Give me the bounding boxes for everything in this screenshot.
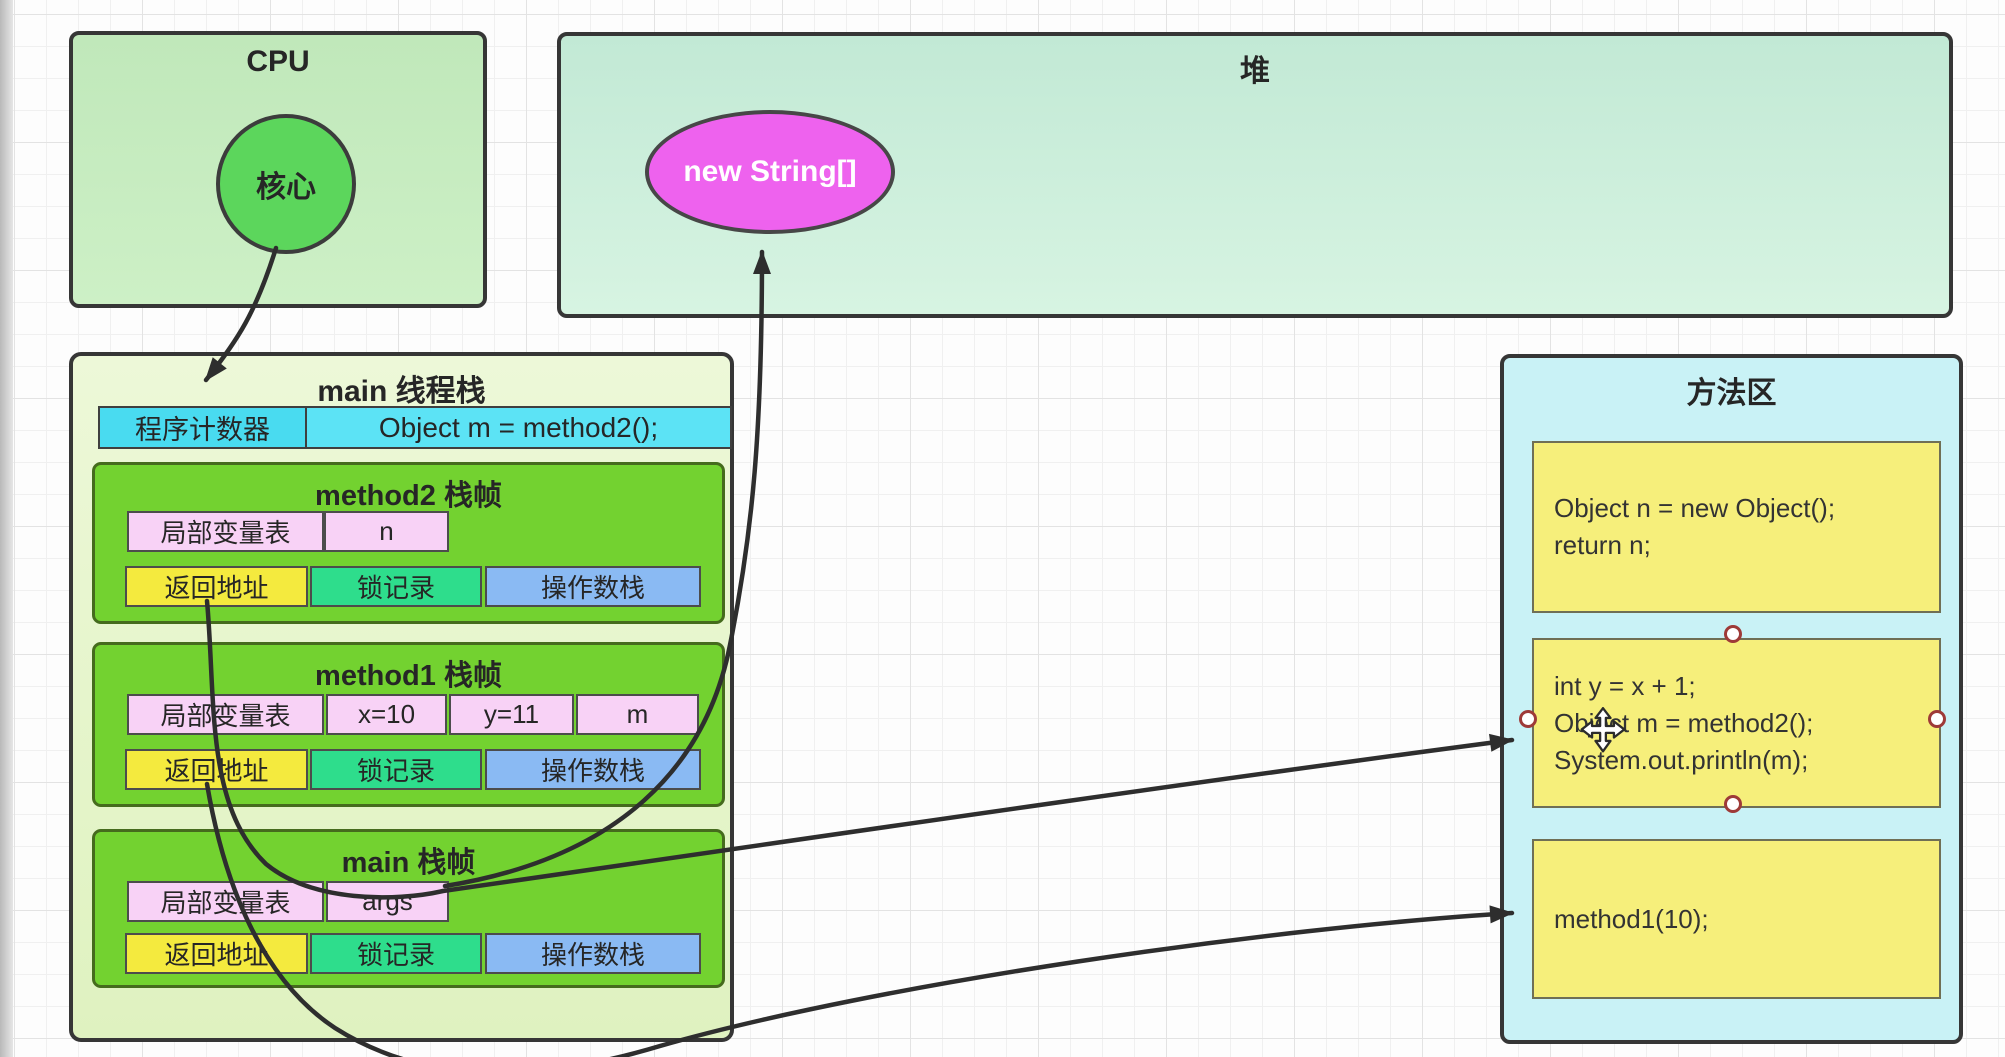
return-address-label: 返回地址: [164, 935, 268, 972]
lock-record-label: 锁记录: [357, 568, 435, 605]
program-counter-row: 程序计数器 Object m = method2();: [98, 406, 732, 449]
frame-method2[interactable]: method2 栈帧 局部变量表 n 返回地址 锁记录 操作数栈: [92, 462, 725, 624]
var-value: args: [362, 886, 413, 917]
heap-box[interactable]: 堆 new String[]: [557, 32, 1953, 318]
lock-record-cell[interactable]: 锁记录: [310, 933, 482, 974]
cpu-title: CPU: [73, 35, 483, 79]
var-cell-n[interactable]: n: [324, 511, 449, 552]
return-address-cell[interactable]: 返回地址: [125, 749, 308, 790]
frame-method1-title: method1 栈帧: [95, 645, 722, 694]
main-thread-stack-box[interactable]: main 线程栈 程序计数器 Object m = method2(); met…: [69, 352, 734, 1042]
operand-stack-cell[interactable]: 操作数栈: [485, 566, 701, 607]
window-edge: [0, 0, 13, 1057]
cpu-core-label: 核心: [256, 162, 316, 206]
code-line: method1(10);: [1554, 901, 1939, 938]
var-cell-y[interactable]: y=11: [449, 694, 574, 735]
locals-label-cell[interactable]: 局部变量表: [127, 881, 324, 922]
method-area-title: 方法区: [1504, 358, 1959, 412]
operand-stack-cell[interactable]: 操作数栈: [485, 933, 701, 974]
heap-title: 堆: [561, 36, 1949, 90]
lock-record-label: 锁记录: [357, 935, 435, 972]
operand-stack-label: 操作数栈: [541, 568, 645, 605]
frame-method1[interactable]: method1 栈帧 局部变量表 x=10 y=11 m 返回地址 锁记录 操作…: [92, 642, 725, 807]
lock-record-label: 锁记录: [357, 751, 435, 788]
var-value: m: [627, 699, 649, 730]
diagram-canvas: CPU 核心 堆 new String[] main 线程栈 程序计数器 Obj…: [0, 0, 2005, 1057]
var-value: n: [379, 516, 393, 547]
return-address-label: 返回地址: [164, 751, 268, 788]
connection-handle-top[interactable]: [1724, 625, 1742, 643]
code-line: return n;: [1554, 527, 1939, 564]
var-value: y=11: [484, 699, 539, 730]
code-block-main[interactable]: method1(10);: [1532, 839, 1941, 999]
program-counter-cell[interactable]: 程序计数器: [98, 406, 307, 449]
var-cell-args[interactable]: args: [326, 881, 449, 922]
frame-main-title: main 栈帧: [95, 832, 722, 881]
stack-title: main 线程栈: [73, 356, 730, 410]
var-cell-m[interactable]: m: [576, 694, 699, 735]
method-area-box[interactable]: 方法区 Object n = new Object(); return n; i…: [1500, 354, 1963, 1044]
operand-stack-cell[interactable]: 操作数栈: [485, 749, 701, 790]
cpu-box[interactable]: CPU 核心: [69, 31, 487, 308]
return-address-cell[interactable]: 返回地址: [125, 566, 308, 607]
code-line: int y = x + 1;: [1554, 668, 1939, 705]
operand-stack-label: 操作数栈: [541, 935, 645, 972]
new-string-label: new String[]: [683, 155, 856, 189]
operand-stack-label: 操作数栈: [541, 751, 645, 788]
locals-label: 局部变量表: [160, 696, 290, 733]
code-block-method2[interactable]: Object n = new Object(); return n;: [1532, 441, 1941, 613]
frame-method2-title: method2 栈帧: [95, 465, 722, 514]
lock-record-cell[interactable]: 锁记录: [310, 566, 482, 607]
code-line: Object n = new Object();: [1554, 490, 1939, 527]
lock-record-cell[interactable]: 锁记录: [310, 749, 482, 790]
program-counter-value-cell[interactable]: Object m = method2();: [307, 406, 732, 449]
locals-label-cell[interactable]: 局部变量表: [127, 694, 324, 735]
connection-handle-left[interactable]: [1519, 710, 1537, 728]
var-cell-x[interactable]: x=10: [326, 694, 447, 735]
locals-label: 局部变量表: [160, 513, 290, 550]
program-counter-value: Object m = method2();: [379, 412, 658, 444]
cpu-core-circle[interactable]: 核心: [216, 114, 356, 254]
move-cursor-icon: [1580, 707, 1626, 753]
frame-main[interactable]: main 栈帧 局部变量表 args 返回地址 锁记录 操作数栈: [92, 829, 725, 988]
locals-label-cell[interactable]: 局部变量表: [127, 511, 324, 552]
var-value: x=10: [358, 699, 415, 730]
connection-handle-right[interactable]: [1928, 710, 1946, 728]
locals-label: 局部变量表: [160, 883, 290, 920]
program-counter-label: 程序计数器: [135, 408, 270, 447]
connection-handle-bottom[interactable]: [1724, 795, 1742, 813]
return-address-cell[interactable]: 返回地址: [125, 933, 308, 974]
new-string-ellipse[interactable]: new String[]: [645, 110, 895, 234]
return-address-label: 返回地址: [164, 568, 268, 605]
